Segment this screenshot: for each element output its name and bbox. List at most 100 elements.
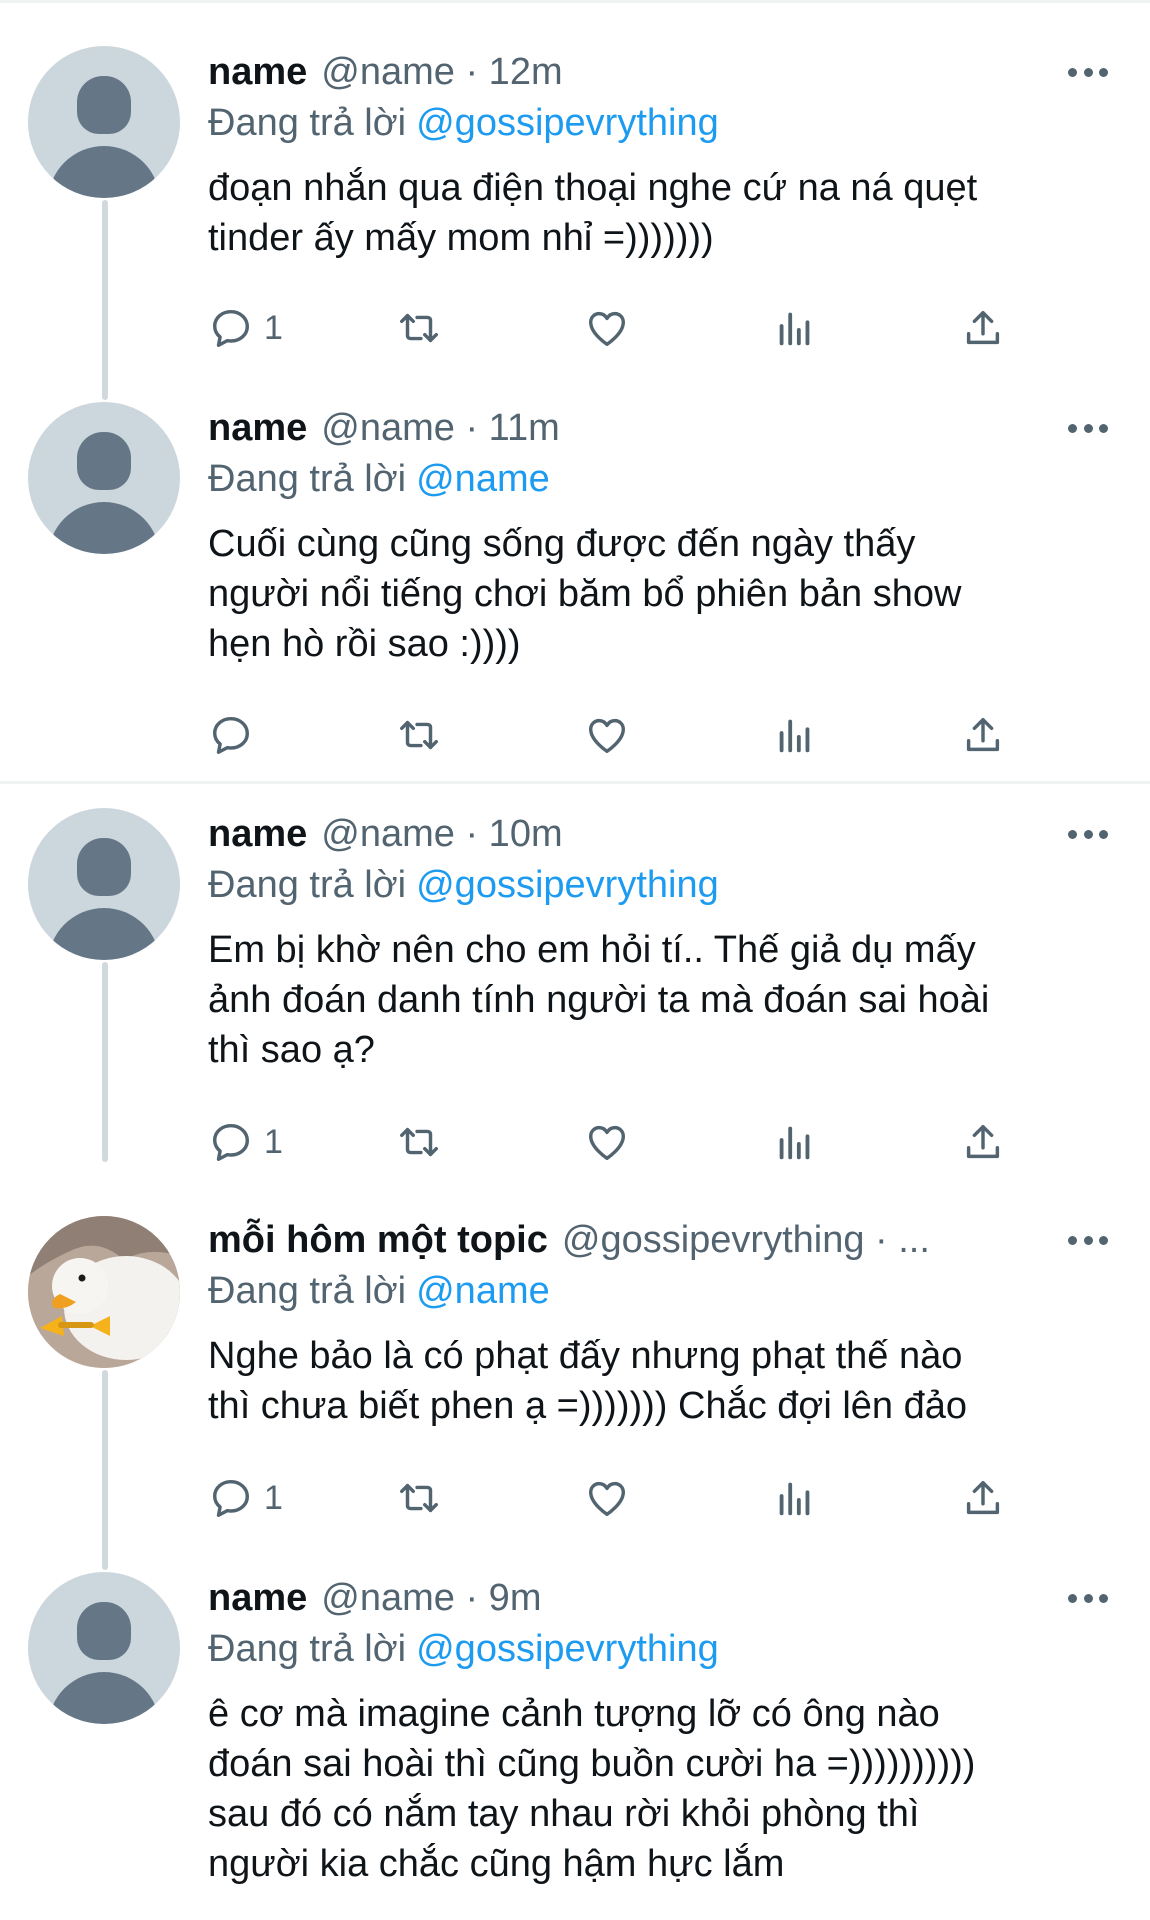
- analytics-icon: [779, 1482, 810, 1516]
- retweet-button[interactable]: [396, 1118, 442, 1166]
- tweet-header: name @name · 12m: [208, 48, 1108, 96]
- display-name[interactable]: name: [208, 810, 307, 858]
- replying-to: Đang trả lời @name: [208, 1267, 1108, 1315]
- analytics-button[interactable]: [772, 711, 818, 759]
- mention-link[interactable]: @gossipevrything: [416, 102, 719, 144]
- share-icon: [966, 717, 1000, 752]
- more-options-icon[interactable]: [1068, 828, 1108, 840]
- mention-link[interactable]: @gossipevrything: [416, 864, 719, 906]
- replying-to-label: Đang trả lời: [208, 864, 407, 906]
- share-button[interactable]: [960, 304, 1006, 352]
- share-icon: [966, 1480, 1000, 1515]
- display-name[interactable]: name: [208, 48, 307, 96]
- tweet-text: Em bị khờ nên cho em hỏi tí.. Thế giả dụ…: [208, 925, 1108, 1075]
- tweet-text-line: thì chưa biết phen ạ =))))))) Chắc đợi l…: [208, 1385, 967, 1427]
- tweet-header: name @name · 10m: [208, 810, 1108, 858]
- retweet-icon: [400, 1127, 438, 1157]
- tweet-text-line: sau đó có nắm tay nhau rời khỏi phòng th…: [208, 1793, 920, 1835]
- tweet-header: name @name · 9m: [208, 1574, 1108, 1622]
- tweet-text: ê cơ mà imagine cảnh tượng lỡ có ông nào…: [208, 1689, 1108, 1889]
- share-button[interactable]: [960, 711, 1006, 759]
- reply-button[interactable]: 1: [208, 304, 283, 352]
- reply-button[interactable]: [208, 711, 264, 759]
- avatar[interactable]: [28, 808, 180, 960]
- mention-link[interactable]: @name: [416, 1270, 550, 1312]
- analytics-button[interactable]: [772, 1474, 818, 1522]
- analytics-icon: [779, 312, 810, 346]
- tweet-text-line: hẹn hò rồi sao :)))): [208, 623, 521, 665]
- handle-and-time[interactable]: @name · 12m: [321, 48, 562, 96]
- avatar[interactable]: [28, 1216, 180, 1368]
- display-name[interactable]: name: [208, 1574, 307, 1622]
- retweet-button[interactable]: [396, 711, 442, 759]
- tweet-header: name @name · 11m: [208, 404, 1108, 452]
- like-icon: [588, 1481, 626, 1517]
- tweet-text-line: đoạn nhắn qua điện thoại nghe cứ na ná q…: [208, 167, 978, 209]
- tweet-actions: 1: [208, 304, 1028, 352]
- like-button[interactable]: [584, 304, 630, 352]
- replying-to-label: Đang trả lời: [208, 102, 407, 144]
- reply-button[interactable]: 1: [208, 1118, 283, 1166]
- tweet-content: name @name · 9m Đang trả lời @gossipevryt…: [208, 1574, 1108, 1889]
- reply-count: 1: [264, 1122, 283, 1161]
- replying-to: Đang trả lời @gossipevrything: [208, 861, 1108, 909]
- tweet-text-line: ảnh đoán danh tính người ta mà đoán sai …: [208, 979, 990, 1021]
- handle-and-time[interactable]: @name · 9m: [321, 1574, 541, 1622]
- more-options-icon[interactable]: [1068, 422, 1108, 434]
- avatar[interactable]: [28, 1572, 180, 1724]
- tweet-text-line: thì sao ạ?: [208, 1029, 375, 1071]
- like-icon: [588, 311, 626, 347]
- analytics-icon: [779, 1126, 810, 1160]
- tweet-text-line: ê cơ mà imagine cảnh tượng lỡ có ông nào: [208, 1693, 940, 1735]
- analytics-button[interactable]: [772, 1118, 818, 1166]
- tweet-content: name @name · 12m Đang trả lời @gossipevry…: [208, 48, 1108, 263]
- reply-count: 1: [264, 1478, 283, 1517]
- display-name[interactable]: name: [208, 404, 307, 452]
- tweet-text: Cuối cùng cũng sống được đến ngày thấy n…: [208, 519, 1108, 669]
- tweet-actions: 1: [208, 1118, 1028, 1166]
- retweet-button[interactable]: [396, 304, 442, 352]
- avatar[interactable]: [28, 402, 180, 554]
- like-icon: [588, 1125, 626, 1161]
- share-button[interactable]: [960, 1118, 1006, 1166]
- like-icon: [588, 718, 626, 754]
- display-name[interactable]: mỗi hôm một topic: [208, 1216, 548, 1264]
- like-button[interactable]: [584, 711, 630, 759]
- tweet-text-line: người nổi tiếng chơi băm bổ phiên bản sh…: [208, 573, 962, 615]
- handle-and-time[interactable]: @name · 11m: [321, 404, 560, 452]
- analytics-button[interactable]: [772, 304, 818, 352]
- retweet-icon: [400, 1483, 438, 1513]
- tweet-text: đoạn nhắn qua điện thoại nghe cứ na ná q…: [208, 163, 1108, 263]
- share-icon: [966, 310, 1000, 345]
- mention-link[interactable]: @name: [416, 458, 550, 500]
- conversation-divider: [0, 781, 1150, 784]
- more-options-icon[interactable]: [1068, 1234, 1108, 1246]
- tweet-text: Nghe bảo là có phạt đấy nhưng phạt thế n…: [208, 1331, 1108, 1431]
- tweet-text-line: Cuối cùng cũng sống được đến ngày thấy: [208, 523, 916, 565]
- retweet-button[interactable]: [396, 1474, 442, 1522]
- tweet-actions: [208, 711, 1028, 759]
- tweet-text-line: người kia chắc cũng hậm hực lắm: [208, 1843, 785, 1885]
- share-icon: [966, 1124, 1000, 1159]
- default-profile-icon: [77, 432, 131, 490]
- reply-button[interactable]: 1: [208, 1474, 283, 1522]
- top-divider: [0, 0, 1150, 3]
- thread-connector: [102, 962, 108, 1162]
- avatar[interactable]: [28, 46, 180, 198]
- tweet-text-line: tinder ấy mấy mom nhỉ =))))))): [208, 217, 714, 259]
- like-button[interactable]: [584, 1118, 630, 1166]
- tweet-content: name @name · 11m Đang trả lời @name Cuối …: [208, 404, 1108, 669]
- reply-icon: [212, 1123, 250, 1161]
- more-options-icon[interactable]: [1068, 1592, 1108, 1604]
- share-button[interactable]: [960, 1474, 1006, 1522]
- replying-to: Đang trả lời @gossipevrything: [208, 99, 1108, 147]
- more-options-icon[interactable]: [1068, 66, 1108, 78]
- mention-link[interactable]: @gossipevrything: [416, 1628, 719, 1670]
- retweet-icon: [400, 720, 438, 750]
- handle-and-time[interactable]: @name · 10m: [321, 810, 562, 858]
- handle-and-time[interactable]: @gossipevrything · ...: [562, 1216, 930, 1264]
- reply-icon: [212, 309, 250, 347]
- like-button[interactable]: [584, 1474, 630, 1522]
- replying-to-label: Đang trả lời: [208, 1270, 407, 1312]
- replying-to: Đang trả lời @gossipevrything: [208, 1625, 1108, 1673]
